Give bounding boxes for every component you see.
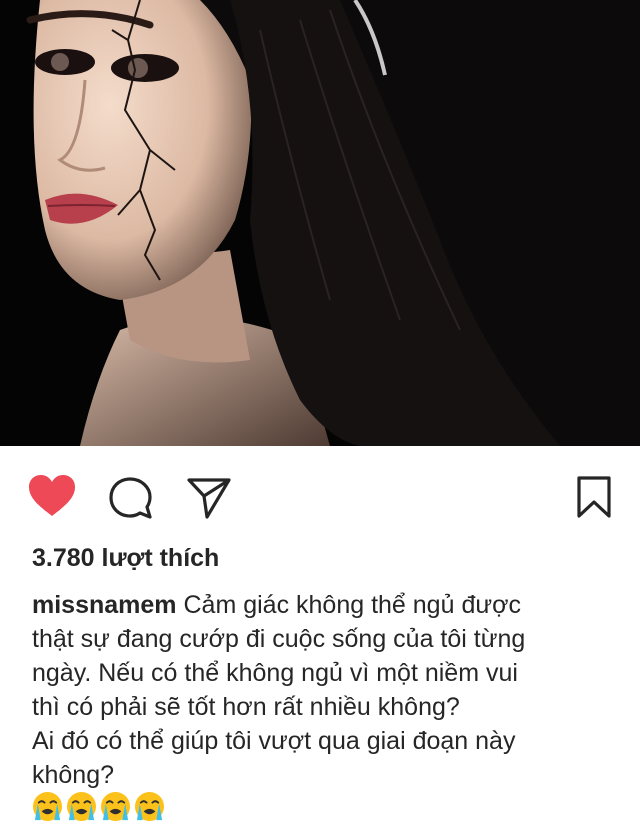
heart-icon[interactable] — [27, 474, 77, 518]
likes-count[interactable]: 3.780 lượt thích — [32, 544, 219, 573]
post-action-bar — [0, 446, 640, 542]
loudly-crying-face-icon — [32, 791, 63, 822]
caption-emojis — [32, 791, 165, 825]
send-icon[interactable] — [186, 476, 232, 520]
loudly-crying-face-icon — [134, 791, 165, 822]
loudly-crying-face-icon — [100, 791, 131, 822]
caption-text: thật sự đang cướp đi cuộc sống của tôi t… — [32, 625, 526, 789]
post-photo[interactable] — [0, 0, 640, 446]
post-caption: missnamem Cảm giác không thể ngủ được th… — [32, 588, 622, 792]
comment-icon[interactable] — [108, 476, 154, 520]
bookmark-icon[interactable] — [575, 475, 613, 519]
caption-username[interactable]: missnamem — [32, 591, 177, 619]
portrait-image — [0, 0, 640, 446]
loudly-crying-face-icon — [66, 791, 97, 822]
caption-text-first-line: Cảm giác không thể ngủ được — [183, 591, 521, 619]
